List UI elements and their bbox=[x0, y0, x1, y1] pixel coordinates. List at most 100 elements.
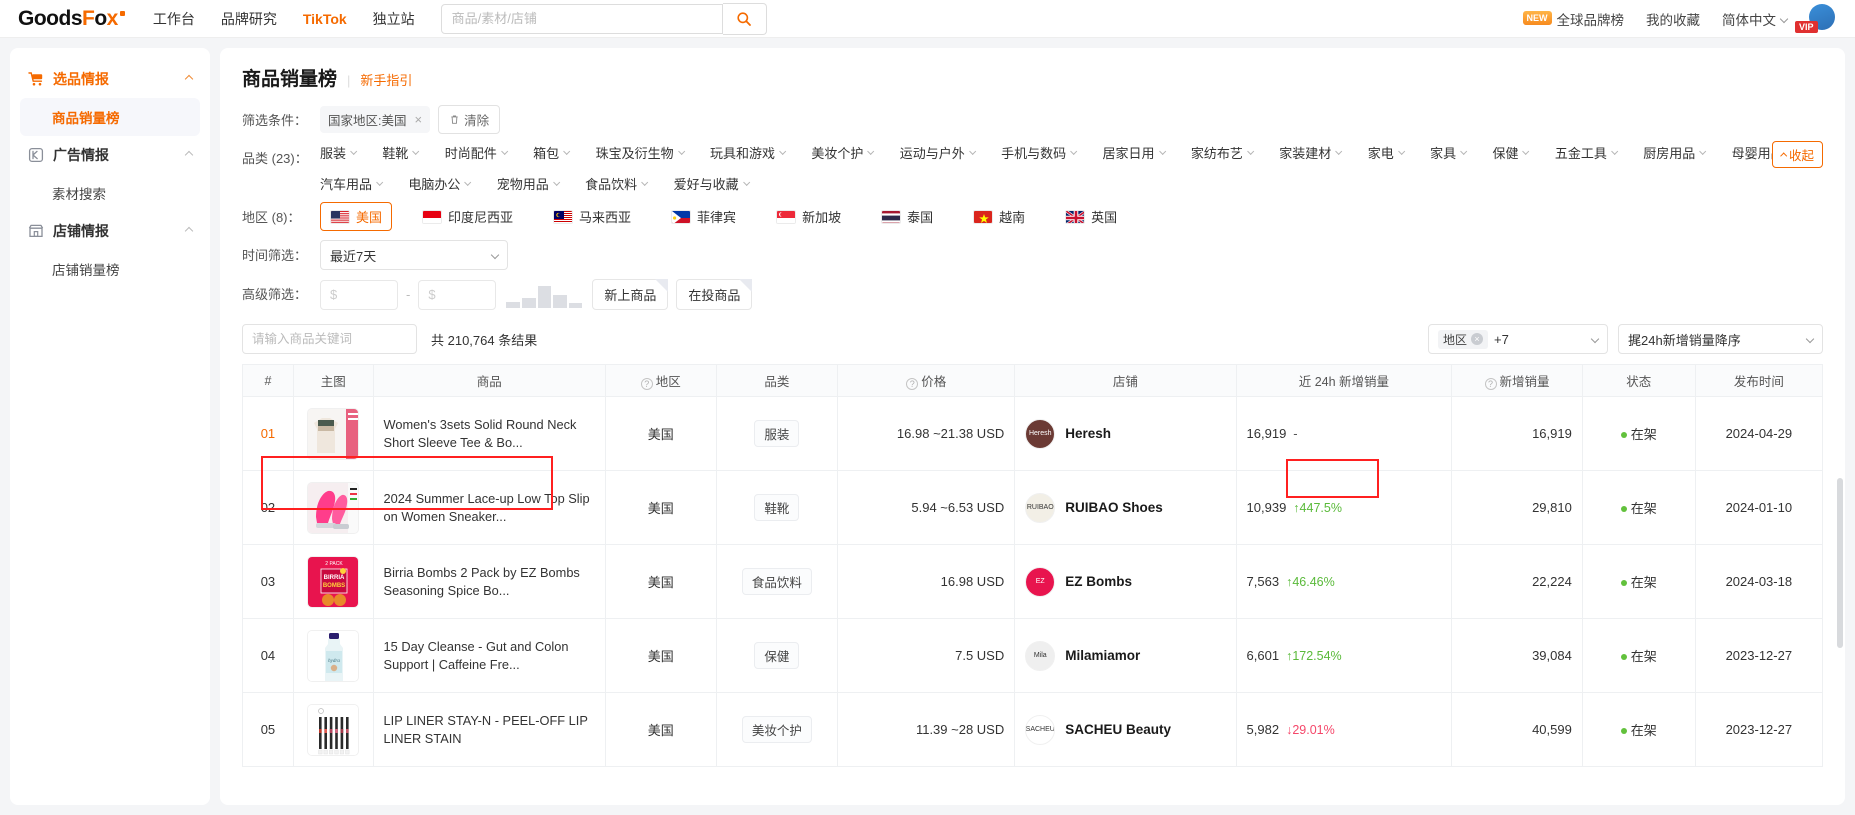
shop-cell[interactable]: Heresh Heresh bbox=[1014, 396, 1237, 471]
status-cell: 在架 bbox=[1581, 692, 1696, 767]
sidebar-group-ad-intel[interactable]: 广告情报 bbox=[20, 136, 200, 174]
category-item[interactable]: 玩具和游戏 bbox=[710, 143, 787, 162]
language-label: 简体中文 bbox=[1722, 13, 1776, 28]
table-row[interactable]: 04 hydra 15 Day Cleanse - Gut and Colon Su… bbox=[242, 618, 1824, 693]
price-distribution-histogram[interactable] bbox=[504, 281, 585, 308]
shop-logo: SACHEU bbox=[1025, 714, 1056, 745]
category-item[interactable]: 手机与数码 bbox=[1001, 143, 1078, 162]
sidebar-group-shop-intel[interactable]: 店铺情报 bbox=[20, 212, 200, 250]
global-search-box[interactable] bbox=[440, 3, 723, 34]
region-multi-select[interactable]: 地区 × +7 bbox=[1428, 324, 1608, 354]
sidebar-item-product-sales-ranking[interactable]: 商品销量榜 bbox=[20, 98, 200, 136]
category-item[interactable]: 汽车用品 bbox=[320, 174, 384, 193]
help-icon[interactable]: ? bbox=[1484, 378, 1497, 390]
keyword-search-box[interactable] bbox=[242, 324, 417, 354]
category-item[interactable]: 箱包 bbox=[533, 143, 571, 162]
language-selector[interactable]: 简体中文 bbox=[1722, 9, 1789, 29]
thumbnail-cell[interactable]: 2 PACK BIRRIA BOMBS bbox=[292, 544, 374, 619]
region-item-id[interactable]: 印度尼西亚 bbox=[412, 202, 523, 231]
product-thumbnail[interactable]: hydra bbox=[307, 629, 360, 682]
product-thumbnail[interactable]: 2 PACK BIRRIA BOMBS bbox=[307, 555, 360, 608]
time-range-select[interactable]: 最近7天 bbox=[320, 240, 508, 270]
category-item[interactable]: 家装建材 bbox=[1279, 143, 1343, 162]
close-icon[interactable]: × bbox=[1471, 333, 1484, 345]
filter-chip-country[interactable]: 国家地区:美国 × bbox=[320, 106, 431, 133]
my-favorites-link[interactable]: 我的收藏 bbox=[1646, 9, 1700, 29]
shop-cell[interactable]: Mila Milamiamor bbox=[1014, 618, 1237, 693]
table-row[interactable]: 02 2024 Summer Lace-up Low Top Slip on Wo… bbox=[242, 470, 1824, 545]
category-item[interactable]: 保健 bbox=[1492, 143, 1530, 162]
category-item[interactable]: 厨房用品 bbox=[1643, 143, 1707, 162]
sidebar-group-product-intel[interactable]: 选品情报 bbox=[20, 60, 200, 98]
global-brand-ranking-link[interactable]: NEW 全球品牌榜 bbox=[1522, 9, 1625, 29]
product-name-cell[interactable]: 15 Day Cleanse - Gut and Colon Support |… bbox=[372, 618, 606, 693]
thumbnail-cell[interactable] bbox=[292, 692, 374, 767]
collapse-categories-button[interactable]: 收起 bbox=[1771, 141, 1823, 168]
table-row[interactable]: 01 Women's 3sets Solid Round Neck Short S… bbox=[242, 396, 1824, 471]
category-item[interactable]: 鞋靴 bbox=[382, 143, 420, 162]
category-item[interactable]: 美妆个护 bbox=[811, 143, 875, 162]
sort-select[interactable]: 捤24h新增销量降序 bbox=[1618, 324, 1823, 354]
clear-filters-button[interactable]: 清除 bbox=[438, 105, 501, 134]
region-item-my[interactable]: 马来西亚 bbox=[543, 202, 641, 231]
category-item[interactable]: 服装 bbox=[320, 143, 358, 162]
nav-link-brand-research[interactable]: 品牌研究 bbox=[221, 9, 277, 29]
category-item[interactable]: 珠宝及衍生物 bbox=[596, 143, 686, 162]
category-item[interactable]: 爱好与收藏 bbox=[674, 174, 751, 193]
region-item-ph[interactable]: 菲律宾 bbox=[661, 202, 746, 231]
nav-link-workbench[interactable]: 工作台 bbox=[153, 9, 195, 29]
app-logo[interactable]: Goods Fo x bbox=[18, 7, 125, 31]
product-thumbnail[interactable] bbox=[307, 407, 360, 460]
advanced-filter-label: 高级筛选： bbox=[242, 287, 308, 302]
category-item[interactable]: 家具 bbox=[1430, 143, 1468, 162]
product-thumbnail[interactable] bbox=[307, 481, 360, 534]
shop-cell[interactable]: EZ EZ Bombs bbox=[1014, 544, 1237, 619]
price-min-input[interactable]: $ bbox=[320, 279, 398, 310]
region-item-sg[interactable]: 新加坡 bbox=[766, 202, 851, 231]
global-search-input[interactable] bbox=[451, 11, 712, 26]
user-avatar-wrapper[interactable]: VIP bbox=[1795, 4, 1839, 34]
help-icon[interactable]: ? bbox=[906, 378, 919, 390]
close-icon[interactable]: × bbox=[414, 112, 422, 127]
new-products-toggle[interactable]: 新上商品 bbox=[592, 279, 669, 310]
category-item[interactable]: 宠物用品 bbox=[496, 174, 561, 193]
nav-link-independent-site[interactable]: 独立站 bbox=[373, 9, 415, 29]
product-thumbnail[interactable] bbox=[307, 703, 360, 756]
category-item[interactable]: 居家日用 bbox=[1103, 143, 1167, 162]
category-item[interactable]: 家纺布艺 bbox=[1191, 143, 1255, 162]
beginner-guide-link[interactable]: 新手指引 bbox=[360, 70, 412, 89]
sidebar-item-creative-search[interactable]: 素材搜索 bbox=[20, 174, 200, 212]
category-item[interactable]: 家电 bbox=[1368, 143, 1406, 162]
table-row[interactable]: 05 LIP LINER STAY-N - PEEL-OFF LIP LINER … bbox=[242, 692, 1824, 767]
category-item[interactable]: 运动与户外 bbox=[900, 143, 977, 162]
vertical-scrollbar[interactable] bbox=[1837, 478, 1843, 648]
region-item-vn[interactable]: 越南 bbox=[963, 202, 1035, 231]
help-icon[interactable]: ? bbox=[640, 378, 653, 390]
shop-cell[interactable]: RUIBAO RUIBAO Shoes bbox=[1014, 470, 1237, 545]
nav-link-tiktok[interactable]: TikTok bbox=[303, 11, 347, 27]
thumbnail-cell[interactable]: hydra bbox=[292, 618, 374, 693]
product-name-cell[interactable]: Women's 3sets Solid Round Neck Short Sle… bbox=[372, 396, 606, 471]
category-item[interactable]: 五金工具 bbox=[1555, 143, 1619, 162]
table-row[interactable]: 03 2 PACK BIRRIA BOMBS Birria Bombs 2 Pack b… bbox=[242, 544, 1824, 619]
category-item[interactable]: 时尚配件 bbox=[445, 143, 509, 162]
region-item-gb[interactable]: 英国 bbox=[1055, 202, 1127, 231]
product-name-cell[interactable]: LIP LINER STAY-N - PEEL-OFF LIP LINER ST… bbox=[372, 692, 606, 767]
global-brand-ranking-label: 全球品牌榜 bbox=[1556, 13, 1625, 28]
category-item[interactable]: 食品饮料 bbox=[585, 174, 649, 193]
shop-cell[interactable]: SACHEU SACHEU Beauty bbox=[1014, 692, 1237, 767]
region-select-chip[interactable]: 地区 × bbox=[1438, 329, 1489, 349]
thumbnail-cell[interactable] bbox=[292, 396, 374, 471]
advertising-products-toggle[interactable]: 在投商品 bbox=[676, 279, 753, 310]
price-max-input[interactable]: $ bbox=[418, 279, 497, 310]
global-search-button[interactable] bbox=[722, 2, 767, 35]
keyword-search-input[interactable] bbox=[252, 332, 413, 346]
region-item-th[interactable]: 泰国 bbox=[871, 202, 943, 231]
product-name-cell[interactable]: 2024 Summer Lace-up Low Top Slip on Wome… bbox=[372, 470, 606, 545]
category-label: 宠物用品 bbox=[496, 177, 549, 192]
thumbnail-cell[interactable] bbox=[292, 470, 374, 545]
sidebar-item-shop-sales-ranking[interactable]: 店铺销量榜 bbox=[20, 250, 200, 288]
product-name-cell[interactable]: Birria Bombs 2 Pack by EZ Bombs Seasonin… bbox=[372, 544, 606, 619]
region-item-us[interactable]: 美国 bbox=[320, 202, 393, 231]
category-item[interactable]: 电脑办公 bbox=[408, 174, 472, 193]
